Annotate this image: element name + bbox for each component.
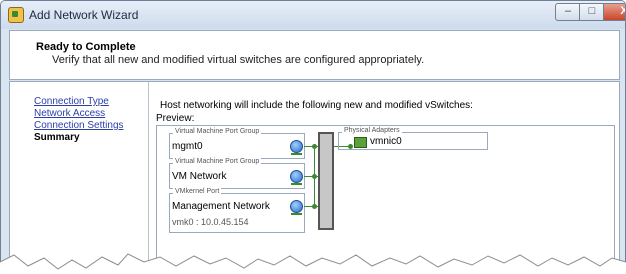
torn-edge-overlay [0,253,626,274]
